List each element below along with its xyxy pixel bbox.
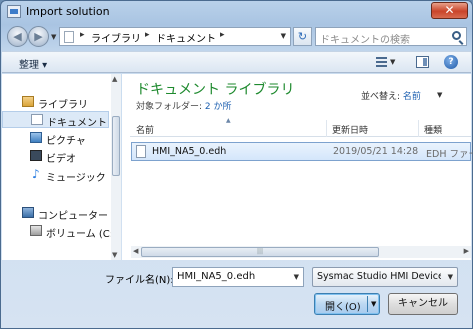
breadcrumb-libraries[interactable]: ライブラリ — [91, 30, 141, 45]
sidebar-item-volume-c[interactable]: ボリューム (C: — [2, 223, 113, 240]
cancel-button[interactable]: キャンセル — [388, 293, 458, 315]
forward-arrow-icon[interactable]: ▶ — [28, 26, 49, 47]
column-header-type[interactable]: 種類 — [424, 123, 442, 136]
close-button[interactable]: ✕ — [431, 2, 468, 19]
sidebar-item-label: ビデオ — [46, 154, 76, 165]
filename-value[interactable]: HMI_NA5_0.edh — [177, 271, 255, 282]
scroll-down-arrow-icon[interactable]: ▼ — [112, 251, 117, 259]
filename-label: ファイル名(N): — [105, 275, 174, 286]
target-folders-label: 対象フォルダー: — [136, 102, 203, 112]
file-row[interactable]: HMI_NA5_0.edh 2019/05/21 14:28 EDH ファー — [131, 142, 473, 161]
address-dropdown-icon[interactable]: ▼ — [281, 32, 286, 40]
sidebar-item-label: ミュージック — [46, 173, 106, 184]
back-arrow-icon[interactable]: ◀ — [7, 26, 28, 47]
chevron-right-icon[interactable]: ▸ — [145, 30, 150, 40]
open-options-dropdown-icon[interactable]: ▼ — [371, 300, 376, 308]
search-box[interactable]: ドキュメントの検索 — [315, 27, 467, 46]
picture-icon — [30, 132, 42, 143]
filter-dropdown-icon[interactable]: ▼ — [448, 273, 453, 281]
column-divider[interactable] — [326, 120, 327, 137]
target-folders-link[interactable]: 2 か所 — [205, 102, 232, 112]
import-solution-dialog: Import solution ✕ ◀ ▶ ▼ ▸ ライブラリ ▸ ドキュメント… — [0, 0, 473, 329]
title-bar: Import solution ✕ — [1, 1, 472, 23]
navigation-pane-scrollbar[interactable]: ▲ ▼ — [111, 74, 121, 260]
arrange-by-label: 並べ替え: — [361, 92, 401, 102]
sidebar-item-pictures[interactable]: ピクチャ — [2, 130, 109, 147]
chevron-right-icon[interactable]: ▸ — [220, 30, 225, 40]
split-divider — [367, 296, 368, 312]
sidebar-item-label: ドキュメント — [47, 118, 107, 129]
sidebar-item-label: ライブラリ — [38, 100, 88, 111]
drive-icon — [30, 225, 42, 236]
view-dropdown-icon[interactable]: ▼ — [390, 58, 395, 66]
arrange-by: 並べ替え: 名前 — [361, 89, 421, 102]
recent-locations-dropdown-icon[interactable]: ▼ — [51, 33, 56, 41]
column-header-modified[interactable]: 更新日時 — [332, 123, 368, 136]
organize-menu-button[interactable]: 整理 ▾ — [19, 56, 47, 71]
sort-ascending-icon: ▲ — [226, 117, 231, 124]
column-divider[interactable] — [418, 120, 419, 137]
file-type-filter[interactable]: Sysmac Studio HMI Device I ▼ — [312, 267, 458, 287]
chevron-right-icon[interactable]: ▸ — [80, 30, 85, 40]
file-type: EDH ファー — [426, 149, 473, 160]
scroll-right-arrow-icon[interactable]: ▶ — [464, 247, 469, 255]
command-toolbar: 整理 ▾ ▼ ? — [2, 51, 471, 73]
navigation-pane: ライブラリ ドキュメント ピクチャ ビデオ ♪ ミュージック コンピューター ボ… — [2, 74, 121, 260]
sidebar-item-label: ボリューム (C: — [46, 229, 114, 240]
folder-icon — [64, 31, 74, 43]
file-modified: 2019/05/21 14:28 — [333, 146, 419, 157]
computer-icon — [22, 207, 34, 218]
sidebar-item-videos[interactable]: ビデオ — [2, 148, 109, 165]
open-button-label[interactable]: 開く(O) — [325, 298, 361, 313]
open-button[interactable]: 開く(O) ▼ — [314, 293, 380, 315]
video-icon — [30, 150, 42, 161]
preview-pane-icon[interactable] — [416, 56, 429, 68]
column-headers: 名前 ▲ 更新日時 種類 — [130, 117, 471, 137]
refresh-icon[interactable]: ↻ — [293, 27, 312, 46]
filename-dropdown-icon[interactable]: ▼ — [294, 273, 299, 281]
change-view-icon[interactable] — [376, 57, 387, 67]
sidebar-item-documents[interactable]: ドキュメント — [2, 111, 109, 129]
file-type-filter-value[interactable]: Sysmac Studio HMI Device I — [317, 271, 441, 282]
sidebar-item-music[interactable]: ♪ ミュージック — [2, 167, 109, 184]
file-name: HMI_NA5_0.edh — [152, 146, 227, 157]
app-icon — [7, 5, 21, 18]
sidebar-item-label: ピクチャ — [46, 136, 86, 147]
breadcrumb-documents[interactable]: ドキュメント — [156, 30, 216, 45]
scrollbar-thumb[interactable] — [112, 116, 120, 176]
music-icon: ♪ — [32, 167, 40, 181]
library-title: ドキュメント ライブラリ — [136, 82, 295, 98]
filename-input[interactable]: HMI_NA5_0.edh ▼ — [172, 267, 304, 287]
sidebar-item-libraries[interactable]: ライブラリ — [2, 94, 109, 111]
sidebar-item-label: コンピューター — [38, 211, 108, 222]
document-icon — [31, 114, 43, 125]
column-header-name[interactable]: 名前 — [136, 123, 154, 136]
target-folders-text: 対象フォルダー: 2 か所 — [136, 99, 232, 112]
file-list-area: ドキュメント ライブラリ 対象フォルダー: 2 か所 並べ替え: 名前 ▼ 名前… — [122, 74, 473, 260]
help-icon[interactable]: ? — [444, 55, 458, 69]
window-title: Import solution — [26, 5, 110, 18]
scrollbar-thumb[interactable]: ||| — [141, 247, 379, 257]
file-icon — [136, 145, 146, 158]
search-input[interactable]: ドキュメントの検索 — [320, 31, 410, 46]
arrange-by-value[interactable]: 名前 — [403, 92, 421, 102]
search-icon[interactable] — [452, 31, 461, 40]
address-bar[interactable]: ▸ ライブラリ ▸ ドキュメント ▸ ▼ — [59, 27, 291, 46]
sidebar-item-computer[interactable]: コンピューター — [2, 205, 109, 222]
library-icon — [22, 96, 34, 107]
horizontal-scrollbar[interactable]: ◀ ||| ▶ — [131, 246, 471, 258]
scroll-up-arrow-icon[interactable]: ▲ — [112, 75, 117, 83]
arrange-dropdown-icon[interactable]: ▼ — [437, 91, 442, 99]
scroll-left-arrow-icon[interactable]: ◀ — [133, 247, 138, 255]
navigation-bar: ◀ ▶ ▼ ▸ ライブラリ ▸ ドキュメント ▸ ▼ ↻ ドキュメントの検索 — [1, 25, 472, 49]
